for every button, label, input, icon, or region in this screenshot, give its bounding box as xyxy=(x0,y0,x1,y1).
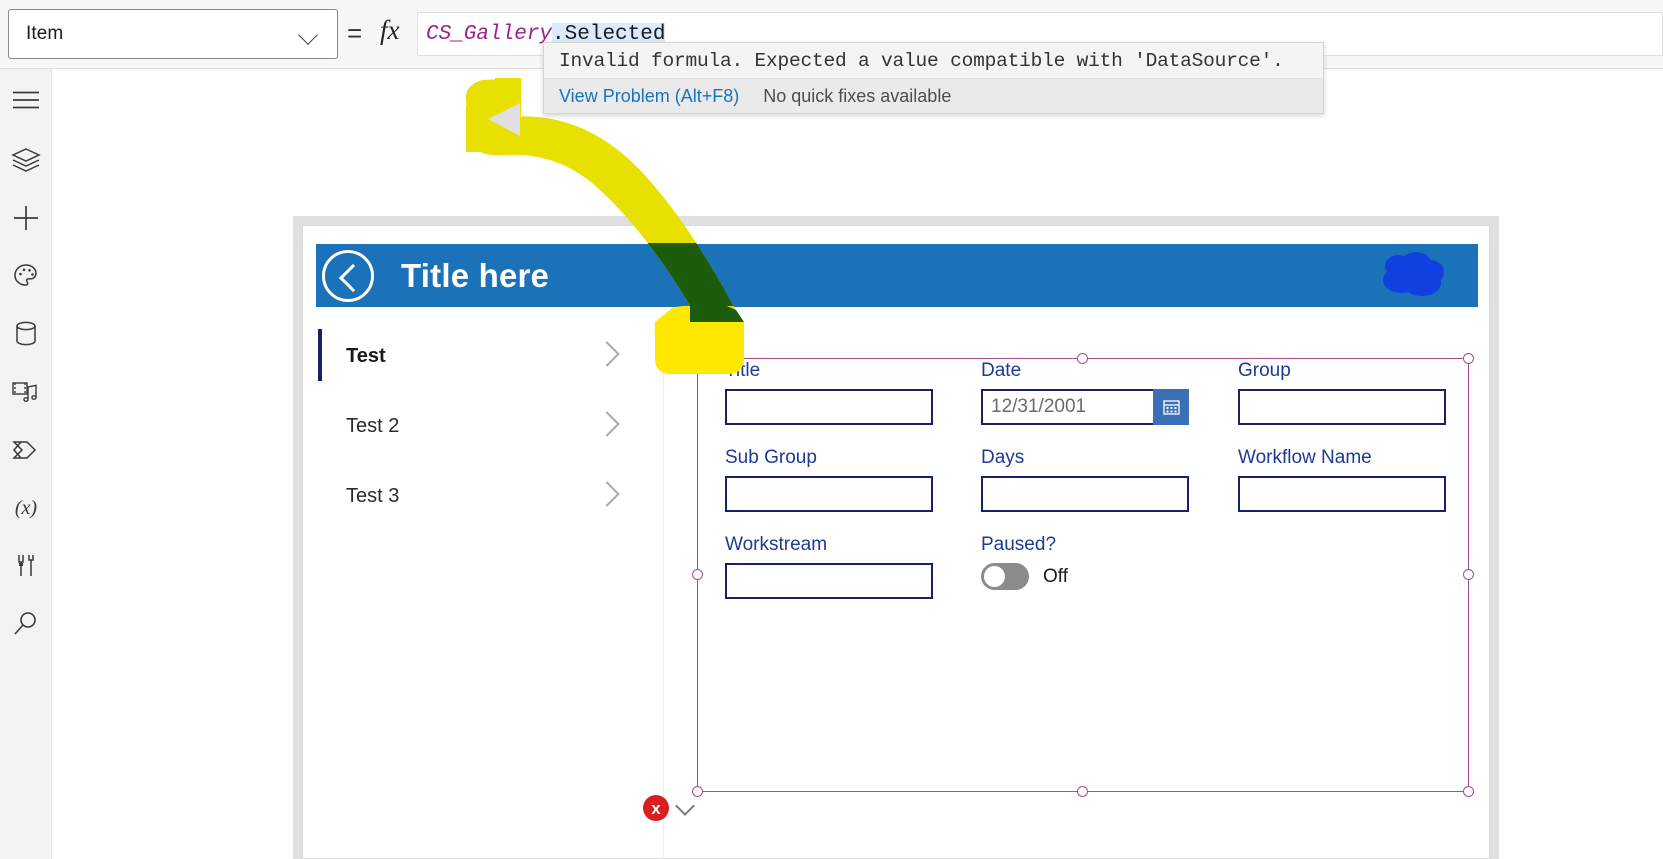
gallery-item-test[interactable]: Test xyxy=(316,321,664,391)
left-rail: (x) xyxy=(0,69,52,859)
control-error-badge-secondary[interactable]: x xyxy=(643,795,695,821)
field-sub-group: Sub Group xyxy=(725,447,933,512)
chevron-down-icon[interactable] xyxy=(709,328,729,349)
field-label: Workstream xyxy=(725,534,828,555)
quick-fix-text: No quick fixes available xyxy=(763,85,952,106)
field-label: Title xyxy=(725,360,761,381)
gallery-item-label: Test 3 xyxy=(346,484,400,507)
app-window: Item = fx CS_Gallery .Selected Invalid fo… xyxy=(0,0,1663,859)
formula-identifier: CS_Gallery xyxy=(426,22,553,46)
app-header: Title here xyxy=(316,244,1478,307)
field-workstream: Workstream xyxy=(725,534,933,599)
field-label: Paused? xyxy=(981,534,1057,555)
app-screen-canvas: Title here Test Test 2 Test 3 Title Date… xyxy=(302,225,1490,859)
media-icon[interactable] xyxy=(0,363,52,421)
chevron-right-icon[interactable] xyxy=(594,341,620,367)
back-chevron-icon[interactable] xyxy=(316,244,379,307)
paused-toggle-row: Off xyxy=(981,563,1068,590)
data-sources-icon[interactable] xyxy=(0,305,52,363)
view-problem-link[interactable]: View Problem (Alt+F8) xyxy=(544,86,739,107)
field-paused: Paused? Off xyxy=(981,534,1068,590)
canvas-inner-divider xyxy=(663,322,664,859)
svg-text:(x): (x) xyxy=(15,497,38,519)
formula-error-tooltip: Invalid formula. Expected a value compat… xyxy=(543,42,1324,114)
toggle-knob xyxy=(984,566,1005,587)
gallery-selection-bar xyxy=(318,329,322,381)
power-automate-icon[interactable] xyxy=(0,421,52,479)
search-icon[interactable] xyxy=(0,595,52,653)
field-label: Workflow Name xyxy=(1238,447,1372,468)
paused-toggle[interactable] xyxy=(981,563,1029,590)
blue-scribble-annotation xyxy=(1372,250,1456,307)
date-input[interactable]: 12/31/2001 xyxy=(981,389,1189,425)
field-group: Group xyxy=(1238,360,1446,425)
error-x-icon[interactable]: x xyxy=(677,328,703,354)
workflow-name-input[interactable] xyxy=(1238,476,1446,512)
days-input[interactable] xyxy=(981,476,1189,512)
tools-icon[interactable] xyxy=(0,537,52,595)
workstream-input[interactable] xyxy=(725,563,933,599)
gallery-item-test-3[interactable]: Test 3 xyxy=(316,461,664,531)
chevron-down-icon[interactable] xyxy=(675,795,695,816)
error-actions: View Problem (Alt+F8) No quick fixes ava… xyxy=(544,78,1323,113)
app-title: Title here xyxy=(401,256,550,294)
field-label: Days xyxy=(981,447,1025,468)
toggle-state-label: Off xyxy=(1043,565,1068,587)
group-input[interactable] xyxy=(1238,389,1446,425)
field-title: Title xyxy=(725,360,933,425)
control-error-badge[interactable]: x xyxy=(677,328,729,354)
gallery-item-label: Test 2 xyxy=(346,414,400,437)
chevron-right-icon[interactable] xyxy=(594,411,620,437)
tree-view-icon[interactable] xyxy=(0,131,52,189)
field-days: Days xyxy=(981,447,1189,512)
variables-icon[interactable]: (x) xyxy=(0,479,52,537)
field-label: Sub Group xyxy=(725,447,817,468)
gallery-item-test-2[interactable]: Test 2 xyxy=(316,391,664,461)
insert-icon[interactable] xyxy=(0,189,52,247)
property-selector[interactable]: Item xyxy=(8,9,338,59)
fx-icon: fx xyxy=(380,15,400,45)
field-label: Date xyxy=(981,360,1022,381)
error-x-icon[interactable]: x xyxy=(643,795,669,821)
edit-form: Title Date 12/31/2001 Group Sub Group Da… xyxy=(701,346,1471,786)
theme-palette-icon[interactable] xyxy=(0,247,52,305)
field-label: Group xyxy=(1238,360,1291,381)
chevron-down-icon[interactable] xyxy=(297,21,323,47)
equals-sign: = xyxy=(347,18,363,48)
property-selector-value: Item xyxy=(26,23,64,44)
error-message: Invalid formula. Expected a value compat… xyxy=(559,50,1284,72)
calendar-icon[interactable] xyxy=(1153,389,1189,425)
field-workflow-name: Workflow Name xyxy=(1238,447,1446,512)
title-input[interactable] xyxy=(725,389,933,425)
gallery-list: Test Test 2 Test 3 xyxy=(316,321,664,841)
field-date: Date 12/31/2001 xyxy=(981,360,1189,425)
chevron-right-icon[interactable] xyxy=(594,481,620,507)
date-value: 12/31/2001 xyxy=(991,396,1087,417)
hamburger-menu-icon[interactable] xyxy=(0,69,52,131)
gallery-item-label: Test xyxy=(346,344,386,367)
sub-group-input[interactable] xyxy=(725,476,933,512)
